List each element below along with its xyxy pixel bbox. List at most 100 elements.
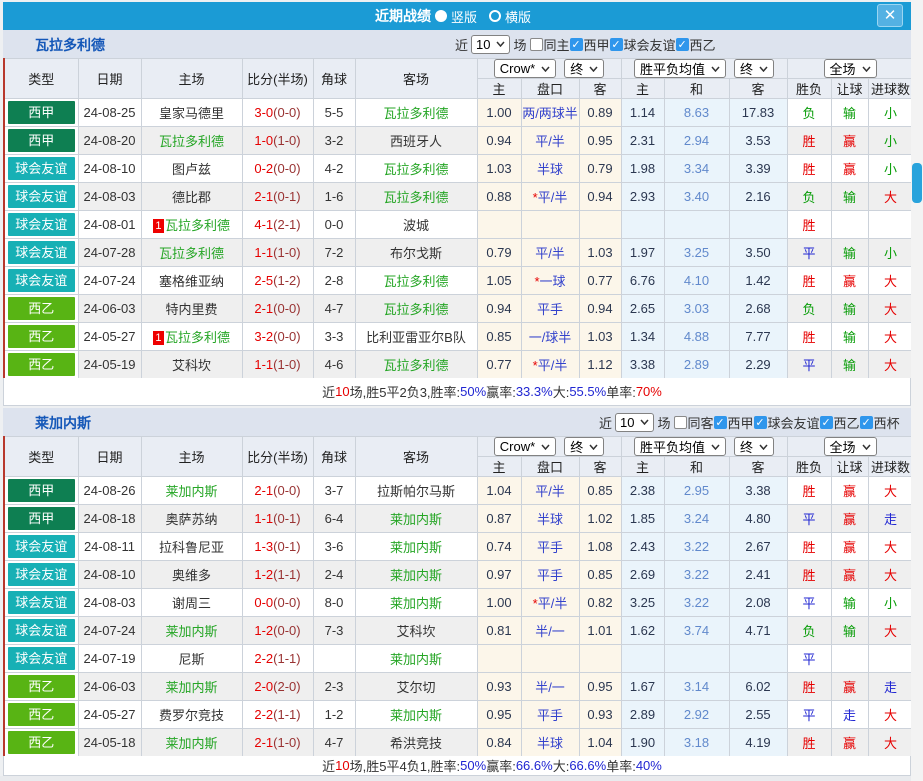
radio-horizontal[interactable] (489, 10, 501, 22)
goals-cell: 大 (867, 350, 914, 379)
avg-time-select[interactable]: 终 (734, 437, 775, 456)
radio-vertical[interactable] (434, 10, 447, 22)
handicap-cell: 平手 (520, 294, 580, 323)
score-main: 1-2 (254, 567, 274, 582)
handicap-cell: 平手 (520, 560, 580, 589)
checkbox-checked-icon[interactable]: ✓ (713, 415, 727, 429)
checkbox-checked-icon[interactable]: ✓ (569, 37, 583, 51)
filter-checkbox[interactable]: 同客 (673, 413, 714, 432)
filter-checkbox[interactable]: ✓ 西杯 (859, 413, 900, 432)
filter-checkbox[interactable]: ✓ 西乙 (819, 413, 860, 432)
type-cell: 球会友谊 (3, 210, 79, 239)
goals-cell: 小 (867, 154, 914, 183)
avg-draw-cell: 2.95 (663, 476, 730, 505)
status-text: 胜 (802, 274, 816, 289)
filter-checkbox-label: 球会友谊 (767, 415, 820, 431)
status-text: 输 (843, 358, 857, 373)
status-text: 大 (884, 736, 898, 751)
checkbox-checked-icon[interactable]: ✓ (753, 415, 767, 429)
checkbox-checked-icon[interactable]: ✓ (819, 415, 833, 429)
handicap-cell: 平手 (520, 532, 580, 561)
avg-select[interactable]: 胜平负均值 (634, 437, 727, 456)
summary-segment: 10 (335, 384, 350, 399)
avg-select[interactable]: 胜平负均值 (634, 59, 727, 78)
radio-horizontal-label[interactable]: 横版 (505, 7, 531, 26)
summary-segment: 胜率: (430, 759, 461, 774)
score-main: 3-0 (254, 105, 274, 120)
filter-checkbox[interactable]: ✓ 球会友谊 (753, 413, 820, 432)
odds-home-cell: 0.77 (476, 350, 522, 379)
status-text: 小 (884, 134, 898, 149)
team-name: 奥维多 (171, 568, 211, 583)
type-cell: 球会友谊 (3, 560, 79, 589)
team-name: 莱加内斯 (389, 540, 442, 555)
avg-draw-cell: 2.92 (663, 700, 730, 729)
team-name: 莱加内斯 (165, 624, 218, 639)
team-name: 图卢兹 (171, 162, 211, 177)
away-team-cell: 比利亚雷亚尔B队 (354, 322, 478, 351)
scope-select[interactable]: 全场 (823, 59, 877, 78)
result-cell: 胜 (786, 728, 832, 757)
odds-source-select[interactable]: Crow* (493, 437, 557, 456)
matches-count-select[interactable]: 10 (615, 412, 655, 432)
goals-cell: 小 (867, 98, 914, 127)
odds-away-cell: 1.12 (578, 350, 622, 379)
status-text: 平 (802, 596, 816, 611)
col-away-odds: 客 (578, 78, 622, 99)
avg-time-select[interactable]: 终 (734, 59, 775, 78)
checkbox-unchecked-icon[interactable] (529, 37, 543, 51)
filter-checkbox-label: 西乙 (689, 37, 716, 53)
filter-checkbox[interactable]: ✓ 西甲 (569, 35, 610, 54)
checkbox-unchecked-icon[interactable] (673, 415, 687, 429)
handicap-text: 平/半 (535, 134, 565, 149)
odds-time-select[interactable]: 终 (564, 59, 605, 78)
avg-home-cell: 1.62 (620, 616, 665, 645)
close-button[interactable]: ✕ (877, 4, 903, 27)
status-text: 胜 (802, 330, 816, 345)
scrollbar-thumb[interactable] (912, 163, 922, 203)
score-main: 1-3 (254, 539, 274, 554)
home-team-cell: 拉科鲁尼亚 (140, 532, 243, 561)
filter-checkbox[interactable]: 同主 (529, 35, 570, 54)
result-cell: 负 (786, 182, 832, 211)
checkbox-checked-icon[interactable]: ✓ (675, 37, 689, 51)
scope-select[interactable]: 全场 (823, 437, 877, 456)
home-team-cell: 尼斯 (140, 644, 243, 673)
col-result: 胜负 (786, 78, 832, 99)
result-cell: 胜 (786, 672, 832, 701)
summary-segment: 40% (635, 758, 662, 773)
scrollbar[interactable] (911, 0, 923, 781)
corners-cell: 6-4 (312, 504, 356, 533)
score-main: 2-0 (254, 679, 274, 694)
avg-away-cell: 4.71 (728, 616, 788, 645)
checkbox-checked-icon[interactable]: ✓ (609, 37, 623, 51)
red-mark-badge: 1 (152, 331, 164, 345)
team-name: 瓦拉多利德 (383, 274, 449, 289)
team-name: 比利亚雷亚尔B队 (366, 330, 466, 345)
filter-checkbox[interactable]: ✓ 球会友谊 (609, 35, 676, 54)
away-team-cell: 拉斯帕尔马斯 (354, 476, 478, 505)
home-team-cell: 莱加内斯 (140, 728, 243, 757)
type-cell: 球会友谊 (3, 182, 79, 211)
status-text: 走 (843, 708, 857, 723)
page-title: 近期战绩 (374, 8, 431, 24)
corners-cell: 2-3 (312, 672, 356, 701)
radio-vertical-label[interactable]: 竖版 (451, 7, 477, 26)
team-name: 瓦拉多利德 (35, 37, 105, 53)
odds-time-select[interactable]: 终 (564, 437, 605, 456)
odds-home-cell: 0.79 (476, 238, 522, 267)
filter-checkbox[interactable]: ✓ 西甲 (713, 413, 754, 432)
result-cell: 胜 (786, 560, 832, 589)
type-cell: 西乙 (3, 672, 79, 701)
handicap-text: 一/球半 (528, 330, 572, 345)
checkbox-checked-icon[interactable]: ✓ (859, 415, 873, 429)
score-half: (1-0) (273, 735, 301, 750)
corners-cell: 2-4 (312, 560, 356, 589)
odds-source-select[interactable]: Crow* (493, 59, 557, 78)
date-cell: 24-08-03 (77, 182, 142, 211)
date-cell: 24-05-19 (77, 350, 142, 379)
odds-away-cell: 0.94 (578, 182, 622, 211)
filter-checkbox[interactable]: ✓ 西乙 (675, 35, 716, 54)
matches-count-select[interactable]: 10 (471, 34, 511, 54)
score-main: 0-2 (254, 161, 274, 176)
